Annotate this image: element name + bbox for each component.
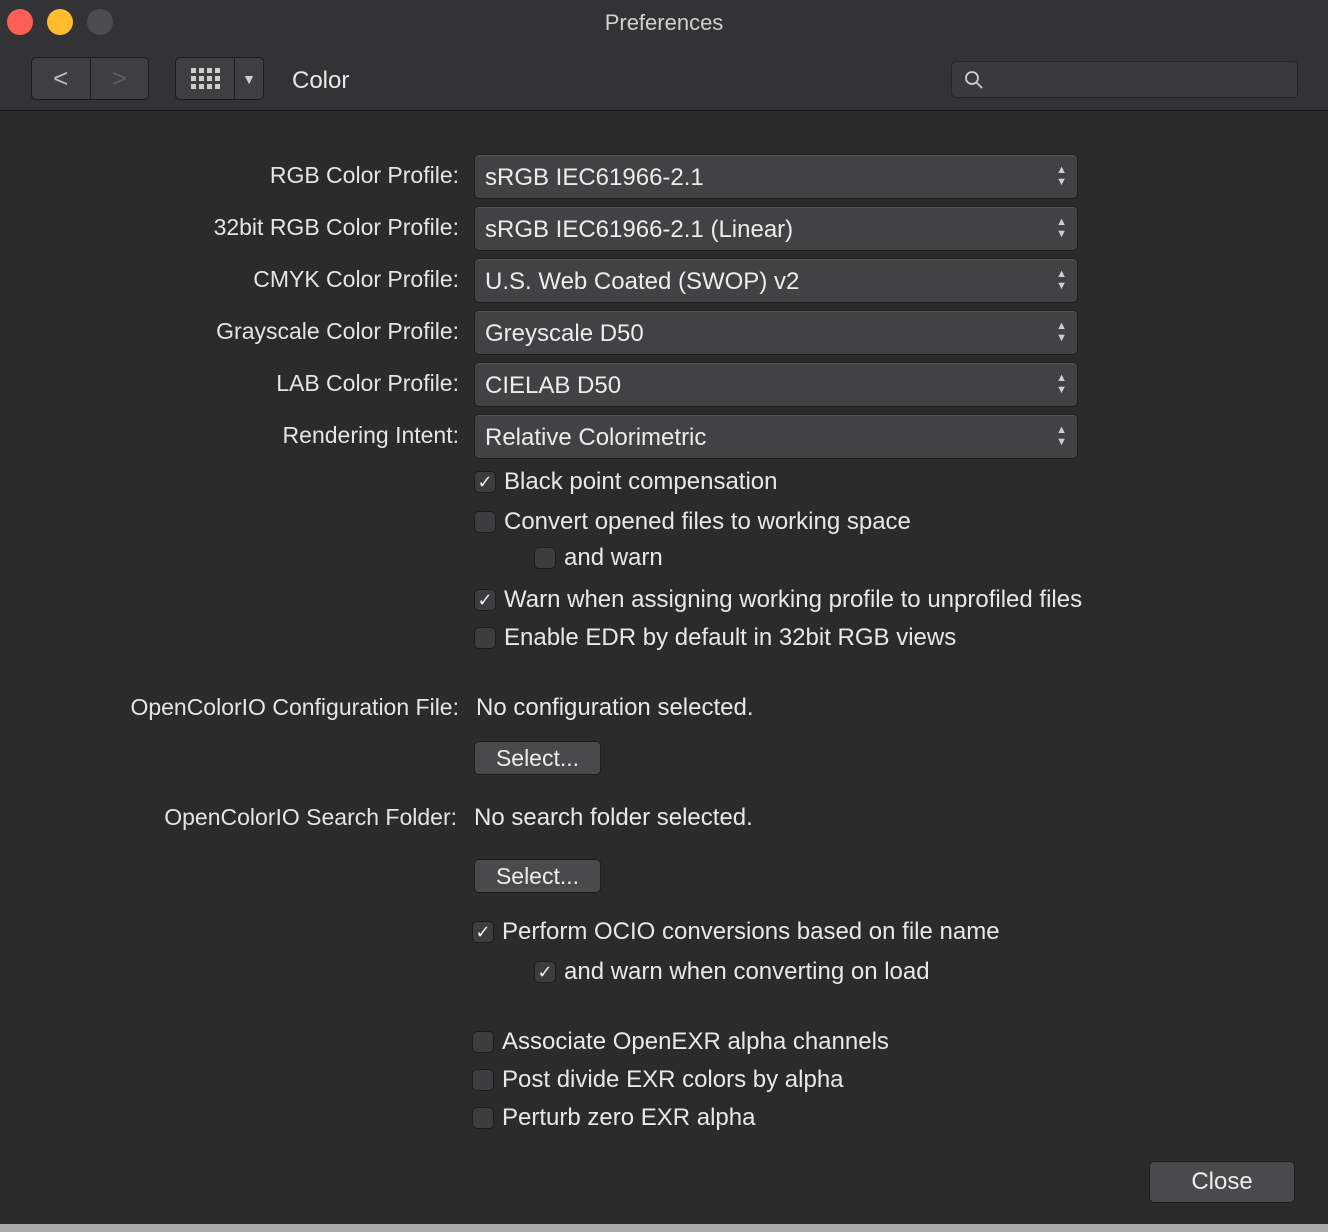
checkbox-label: Associate OpenEXR alpha channels — [502, 1028, 889, 1055]
checkbox-label: and warn when converting on load — [564, 958, 930, 985]
warn-converting-checkbox[interactable]: ✓ — [534, 961, 556, 983]
title-bar: Preferences < > ▼ Color — [0, 0, 1328, 111]
warn-assigning-checkbox-row[interactable]: ✓ Warn when assigning working profile to… — [474, 586, 1082, 614]
convert-opened-checkbox-row[interactable]: Convert opened files to working space — [474, 508, 911, 536]
rgb32-profile-label: 32bit RGB Color Profile: — [213, 214, 459, 240]
rendering-intent-label: Rendering Intent: — [282, 422, 459, 448]
post-divide-checkbox[interactable] — [472, 1069, 494, 1091]
up-down-arrows-icon: ▲ ▼ — [1056, 164, 1067, 188]
convert-opened-checkbox[interactable] — [474, 511, 496, 533]
perform-ocio-checkbox-row[interactable]: ✓ Perform OCIO conversions based on file… — [472, 918, 1000, 946]
window-bottom-edge — [0, 1224, 1328, 1232]
show-all-menu-button[interactable]: ▼ — [234, 58, 263, 99]
black-point-checkbox[interactable]: ✓ — [474, 471, 496, 493]
chevron-right-icon: > — [111, 63, 127, 93]
up-down-arrows-icon: ▲ ▼ — [1056, 424, 1067, 448]
black-point-checkbox-row[interactable]: ✓ Black point compensation — [474, 468, 778, 496]
popup-value: U.S. Web Coated (SWOP) v2 — [485, 268, 800, 295]
search-field[interactable] — [951, 61, 1298, 98]
back-button[interactable]: < — [32, 58, 90, 99]
grayscale-profile-popup[interactable]: Greyscale D50 ▲ ▼ — [474, 310, 1078, 355]
show-all-control: ▼ — [175, 57, 264, 100]
grayscale-profile-label: Grayscale Color Profile: — [216, 318, 459, 344]
checkbox-label: Black point compensation — [504, 468, 778, 495]
associate-exr-checkbox[interactable] — [472, 1031, 494, 1053]
back-forward-control: < > — [31, 57, 149, 100]
window-title: Preferences — [604, 10, 724, 35]
checkbox-label: Post divide EXR colors by alpha — [502, 1066, 844, 1093]
popup-value: sRGB IEC61966-2.1 — [485, 164, 704, 191]
lab-profile-label: LAB Color Profile: — [276, 370, 459, 396]
lab-profile-popup[interactable]: CIELAB D50 ▲ ▼ — [474, 362, 1078, 407]
post-divide-checkbox-row[interactable]: Post divide EXR colors by alpha — [472, 1066, 844, 1094]
popup-value: Relative Colorimetric — [485, 424, 707, 451]
checkbox-label: Perturb zero EXR alpha — [502, 1104, 756, 1131]
enable-edr-checkbox-row[interactable]: Enable EDR by default in 32bit RGB views — [474, 624, 956, 652]
popup-value: sRGB IEC61966-2.1 (Linear) — [485, 216, 794, 243]
popup-value: Greyscale D50 — [485, 320, 644, 347]
grid-icon — [190, 68, 220, 89]
checkbox-label: Warn when assigning working profile to u… — [504, 586, 1083, 613]
forward-button[interactable]: > — [89, 58, 149, 99]
up-down-arrows-icon: ▲ ▼ — [1056, 268, 1067, 292]
chevron-left-icon: < — [53, 63, 69, 93]
warn-assigning-checkbox[interactable]: ✓ — [474, 589, 496, 611]
ocio-config-value: No configuration selected. — [476, 694, 754, 721]
ocio-config-label: OpenColorIO Configuration File: — [130, 694, 459, 720]
up-down-arrows-icon: ▲ ▼ — [1056, 320, 1067, 344]
show-all-button[interactable] — [176, 58, 234, 99]
up-down-arrows-icon: ▲ ▼ — [1056, 372, 1067, 396]
associate-exr-checkbox-row[interactable]: Associate OpenEXR alpha channels — [472, 1028, 889, 1056]
triangle-down-icon: ▼ — [242, 70, 256, 87]
select-config-button[interactable]: Select... — [474, 741, 601, 775]
close-button[interactable]: Close — [1149, 1161, 1295, 1203]
rgb-profile-label: RGB Color Profile: — [269, 162, 459, 188]
search-icon — [965, 71, 983, 89]
perturb-zero-checkbox-row[interactable]: Perturb zero EXR alpha — [472, 1104, 755, 1132]
checkbox-label: Perform OCIO conversions based on file n… — [502, 918, 1000, 945]
select-folder-button[interactable]: Select... — [474, 859, 601, 893]
rendering-intent-popup[interactable]: Relative Colorimetric ▲ ▼ — [474, 414, 1078, 459]
cmyk-profile-label: CMYK Color Profile: — [253, 266, 459, 292]
cmyk-profile-popup[interactable]: U.S. Web Coated (SWOP) v2 ▲ ▼ — [474, 258, 1078, 303]
checkbox-label: Enable EDR by default in 32bit RGB views — [504, 624, 957, 651]
enable-edr-checkbox[interactable] — [474, 627, 496, 649]
ocio-folder-value: No search folder selected. — [474, 804, 753, 831]
checkbox-label: Convert opened files to working space — [504, 508, 911, 535]
checkbox-label: and warn — [564, 544, 663, 571]
perform-ocio-checkbox[interactable]: ✓ — [472, 921, 494, 943]
ocio-folder-label: OpenColorIO Search Folder: — [164, 804, 457, 830]
section-title: Color — [292, 67, 350, 94]
warn-converting-checkbox-row[interactable]: ✓ and warn when converting on load — [534, 958, 930, 986]
and-warn-checkbox[interactable] — [534, 547, 556, 569]
rgb32-profile-popup[interactable]: sRGB IEC61966-2.1 (Linear) ▲ ▼ — [474, 206, 1078, 251]
perturb-zero-checkbox[interactable] — [472, 1107, 494, 1129]
up-down-arrows-icon: ▲ ▼ — [1056, 216, 1067, 240]
rgb-profile-popup[interactable]: sRGB IEC61966-2.1 ▲ ▼ — [474, 154, 1078, 199]
popup-value: CIELAB D50 — [485, 372, 622, 399]
and-warn-checkbox-row[interactable]: and warn — [534, 544, 663, 572]
